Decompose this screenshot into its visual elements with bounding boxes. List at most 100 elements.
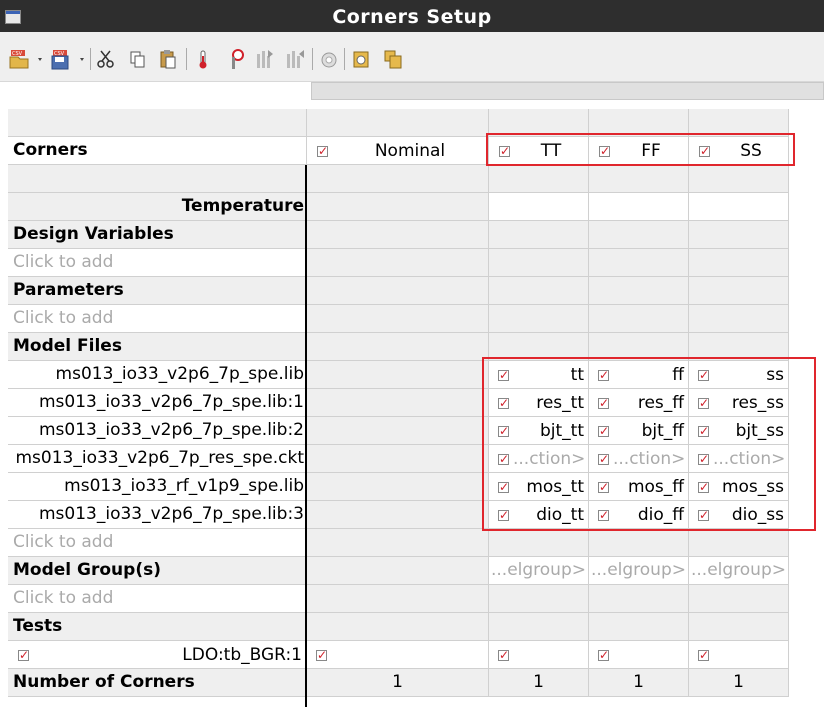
cut-icon[interactable] <box>96 48 116 70</box>
parameters-add[interactable]: Click to add <box>8 305 307 333</box>
model-file-nominal <box>307 445 489 473</box>
window-title: Corners Setup <box>332 6 492 28</box>
model-sections-highlight-box <box>482 357 816 531</box>
spacer-cell <box>589 165 689 193</box>
model-group-ss[interactable]: ...elgroup> <box>689 557 789 585</box>
model-file-nominal <box>307 361 489 389</box>
spacer-cell <box>8 165 307 193</box>
temperature-label: Temperature <box>8 193 307 221</box>
design-variables-cell <box>589 221 689 249</box>
parameters-cell <box>589 277 689 305</box>
temperature-ff[interactable] <box>589 193 689 221</box>
model-file-nominal <box>307 473 489 501</box>
temperature-tt[interactable] <box>489 193 589 221</box>
model-groups-add[interactable]: Click to add <box>8 585 307 613</box>
tests-label: Tests <box>8 613 307 641</box>
add-temperature-icon[interactable] <box>194 48 214 70</box>
model-files-empty <box>489 529 589 557</box>
test-corner-checkbox-tt[interactable] <box>498 646 509 664</box>
design-variables-add[interactable]: Click to add <box>8 249 307 277</box>
corners-highlight-box <box>486 133 795 166</box>
spacer-cell <box>307 165 489 193</box>
corner-enable-checkbox-nominal[interactable] <box>317 142 328 160</box>
corners-icon[interactable] <box>382 48 404 70</box>
add-variable-icon[interactable] <box>226 48 248 70</box>
header-cell <box>307 109 489 137</box>
add-parameter-icon[interactable] <box>284 48 306 70</box>
open-csv-icon[interactable]: CSV <box>8 48 46 70</box>
spacer-cell <box>689 165 789 193</box>
header-cell <box>8 109 307 137</box>
model-file-name: ms013_io33_v2p6_7p_spe.lib:2 <box>8 417 307 445</box>
model-file-name: ms013_io33_v2p6_7p_spe.lib:1 <box>8 389 307 417</box>
svg-text:CSV: CSV <box>12 51 23 57</box>
tests-cell <box>489 613 589 641</box>
design-variables-label: Design Variables <box>8 221 307 249</box>
design-variables-cell <box>489 221 589 249</box>
parameters-empty <box>589 305 689 333</box>
test-corner-nominal[interactable] <box>307 641 489 669</box>
remove-icon[interactable] <box>318 48 340 70</box>
add-model-icon[interactable] <box>254 48 276 70</box>
tests-cell <box>689 613 789 641</box>
number-of-corners-label: Number of Corners <box>8 669 307 697</box>
model-file-name: ms013_io33_v2p6_7p_spe.lib:3 <box>8 501 307 529</box>
corners-label: Corners <box>8 137 307 165</box>
column-divider <box>305 165 307 707</box>
save-csv-icon[interactable]: CSV <box>50 48 88 70</box>
parameters-label: Parameters <box>8 277 307 305</box>
model-groups-empty <box>489 585 589 613</box>
model-file-nominal <box>307 389 489 417</box>
design-variables-empty <box>489 249 589 277</box>
model-groups-nominal <box>307 557 489 585</box>
settings-icon[interactable] <box>350 48 372 70</box>
parameters-cell <box>689 277 789 305</box>
design-variables-empty <box>689 249 789 277</box>
model-file-name: ms013_io33_v2p6_7p_spe.lib <box>8 361 307 389</box>
design-variables-empty <box>589 249 689 277</box>
model-groups-empty <box>689 585 789 613</box>
model-groups-empty <box>307 585 489 613</box>
model-group-ff[interactable]: ...elgroup> <box>589 557 689 585</box>
model-file-name: ms013_io33_rf_v1p9_spe.lib <box>8 473 307 501</box>
model-files-empty <box>307 529 489 557</box>
test-corner-checkbox-ss[interactable] <box>698 646 709 664</box>
model-groups-label: Model Group(s) <box>8 557 307 585</box>
parameters-empty <box>307 305 489 333</box>
number-of-corners-ss: 1 <box>689 669 789 697</box>
number-of-corners-tt: 1 <box>489 669 589 697</box>
tests-cell <box>307 613 489 641</box>
path-bar <box>311 82 824 100</box>
design-variables-cell <box>689 221 789 249</box>
model-file-nominal <box>307 417 489 445</box>
design-variables-cell <box>307 221 489 249</box>
parameters-cell <box>489 277 589 305</box>
model-group-tt[interactable]: ...elgroup> <box>489 557 589 585</box>
test-name: LDO:tb_BGR:1 <box>182 645 302 665</box>
parameters-empty <box>689 305 789 333</box>
test-enable-checkbox[interactable] <box>18 646 29 664</box>
paste-icon[interactable] <box>158 48 178 70</box>
model-files-empty <box>589 529 689 557</box>
copy-icon[interactable] <box>128 48 148 70</box>
model-file-nominal <box>307 501 489 529</box>
toolbar <box>0 32 824 82</box>
model-file-name: ms013_io33_v2p6_7p_res_spe.ckt <box>8 445 307 473</box>
model-files-add[interactable]: Click to add <box>8 529 307 557</box>
test-corner-checkbox-ff[interactable] <box>598 646 609 664</box>
parameters-cell <box>307 277 489 305</box>
test-corner-checkbox-nominal[interactable] <box>316 646 327 664</box>
corner-name-nominal[interactable]: Nominal <box>331 137 489 165</box>
tests-cell <box>589 613 689 641</box>
model-groups-empty <box>589 585 689 613</box>
model-files-cell <box>307 333 489 361</box>
design-variables-empty <box>307 249 489 277</box>
number-of-corners-nominal: 1 <box>307 669 489 697</box>
temperature-nominal <box>307 193 489 221</box>
model-files-label: Model Files <box>8 333 307 361</box>
model-files-empty <box>689 529 789 557</box>
temperature-ss[interactable] <box>689 193 789 221</box>
spacer-cell <box>489 165 589 193</box>
number-of-corners-ff: 1 <box>589 669 689 697</box>
parameters-empty <box>489 305 589 333</box>
